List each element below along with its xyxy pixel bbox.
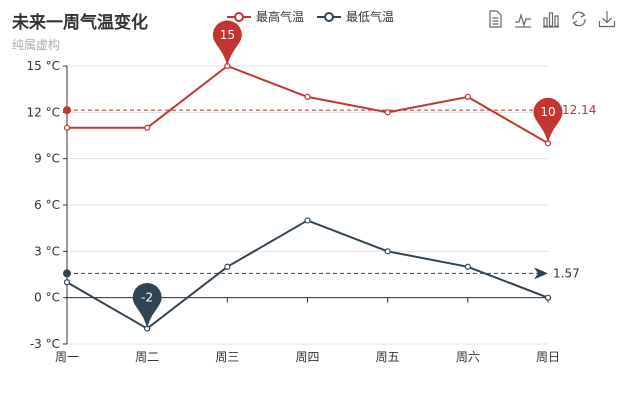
data-point: [384, 109, 391, 116]
mark-point-label: -2: [141, 291, 153, 305]
x-tick-label: 周六: [456, 350, 480, 364]
data-point: [304, 217, 311, 224]
x-tick-label: 周五: [376, 350, 400, 364]
data-point: [63, 279, 71, 286]
average-line-label: 1.57: [553, 266, 580, 280]
series-line: [66, 219, 549, 330]
y-tick-label: 9 °C: [34, 152, 60, 166]
data-point: [384, 248, 391, 255]
x-tick-label: 周三: [215, 350, 239, 364]
average-line-start-dot: [63, 269, 71, 278]
data-point: [304, 93, 311, 100]
average-line-start-dot: [63, 106, 71, 115]
average-line-label: 12.14: [562, 103, 596, 117]
y-tick-label: 0 °C: [34, 291, 60, 305]
y-tick-label: 6 °C: [34, 198, 60, 212]
series-line: [67, 64, 549, 145]
data-point: [464, 93, 471, 100]
mark-point-label: 10: [540, 105, 555, 119]
x-tick-label: 周一: [55, 350, 79, 364]
y-tick-label: -3 °C: [30, 337, 60, 351]
y-tick-label: 3 °C: [34, 244, 60, 258]
data-point: [63, 124, 71, 131]
x-tick-label: 周二: [135, 350, 159, 364]
y-tick-label: 15 °C: [27, 59, 60, 73]
data-point: [544, 294, 552, 301]
x-tick-label: 周四: [295, 350, 319, 364]
y-tick-label: 12 °C: [27, 105, 60, 119]
data-point: [224, 263, 231, 270]
x-tick-label: 周日: [536, 350, 560, 364]
data-point: [144, 124, 151, 131]
mark-point-label: 15: [220, 28, 235, 42]
line-chart: -3 °C 0 °C 3 °C 6 °C 9 °C 12 °C 15 °C 周一 周二 周三 周四 周…: [27, 20, 596, 364]
data-point: [464, 263, 471, 270]
